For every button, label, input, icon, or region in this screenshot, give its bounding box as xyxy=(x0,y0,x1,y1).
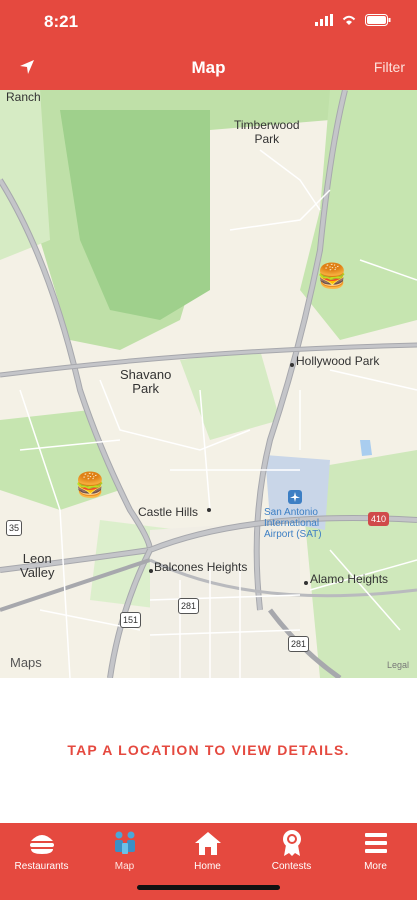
tab-label: Restaurants xyxy=(14,861,69,872)
map-canvas xyxy=(0,90,417,678)
map-dot xyxy=(290,363,294,367)
map-label-shavano-park: Shavano Park xyxy=(120,367,172,396)
instruction-text: TAP A LOCATION TO VIEW DETAILS. xyxy=(67,742,350,758)
highway-shield: 281 xyxy=(178,598,200,614)
menu-icon xyxy=(364,833,387,853)
map-dot xyxy=(149,569,153,573)
legal-link[interactable]: Legal xyxy=(387,660,409,670)
highway-shield: 151 xyxy=(120,612,142,628)
map-dot xyxy=(304,581,308,585)
map-view[interactable]: Ranch Timberwood Park Shavano Park Holly… xyxy=(0,90,417,678)
tab-restaurants[interactable]: Restaurants xyxy=(0,829,83,872)
restaurant-marker-burger-icon[interactable]: 🍔 xyxy=(75,474,105,498)
award-icon xyxy=(282,830,301,856)
highway-shield: 281 xyxy=(288,636,310,652)
map-label-castle-hills: Castle Hills xyxy=(138,505,199,519)
tab-label: Map xyxy=(114,861,135,872)
map-dot xyxy=(207,508,211,512)
home-icon xyxy=(194,832,221,855)
page-title: Map xyxy=(191,58,226,77)
battery-icon xyxy=(365,14,391,26)
filter-button[interactable]: Filter xyxy=(374,59,405,75)
burger-icon xyxy=(29,835,54,854)
map-label-ranch: Ranch xyxy=(6,90,41,104)
status-icons xyxy=(315,14,391,26)
tab-map[interactable]: Map xyxy=(83,829,166,872)
map-label-hollywood-park: Hollywood Park xyxy=(296,354,380,368)
tab-contests[interactable]: Contests xyxy=(250,829,333,872)
restaurant-marker-burger-icon[interactable]: 🍔 xyxy=(317,265,347,289)
map-label-alamo-heights: Alamo Heights xyxy=(310,572,389,586)
signal-icon xyxy=(315,14,333,26)
maps-attribution-label: Maps xyxy=(10,655,42,670)
tab-label: More xyxy=(364,861,387,872)
airport-icon xyxy=(288,490,302,504)
status-time: 8:21 xyxy=(44,12,79,31)
highway-shield: 410 xyxy=(368,512,390,526)
map-people-icon xyxy=(114,831,135,854)
map-label-airport: San Antonio International Airport (SAT) xyxy=(264,507,322,540)
map-label-leon-valley: Leon Valley xyxy=(20,551,55,580)
tab-label: Contests xyxy=(271,861,312,872)
map-label-balcones-heights: Balcones Heights xyxy=(154,560,248,574)
map-label-timberwood: Timberwood Park xyxy=(234,118,300,146)
tab-more[interactable]: More xyxy=(334,829,417,872)
home-indicator xyxy=(137,885,280,890)
tab-home[interactable]: Home xyxy=(166,829,249,872)
app-header: 8:21 Map Filter xyxy=(0,0,417,90)
tab-label: Home xyxy=(194,861,221,872)
wifi-icon xyxy=(342,15,356,25)
highway-shield: 35 xyxy=(6,520,23,536)
maps-attribution[interactable]: Maps xyxy=(10,655,42,670)
